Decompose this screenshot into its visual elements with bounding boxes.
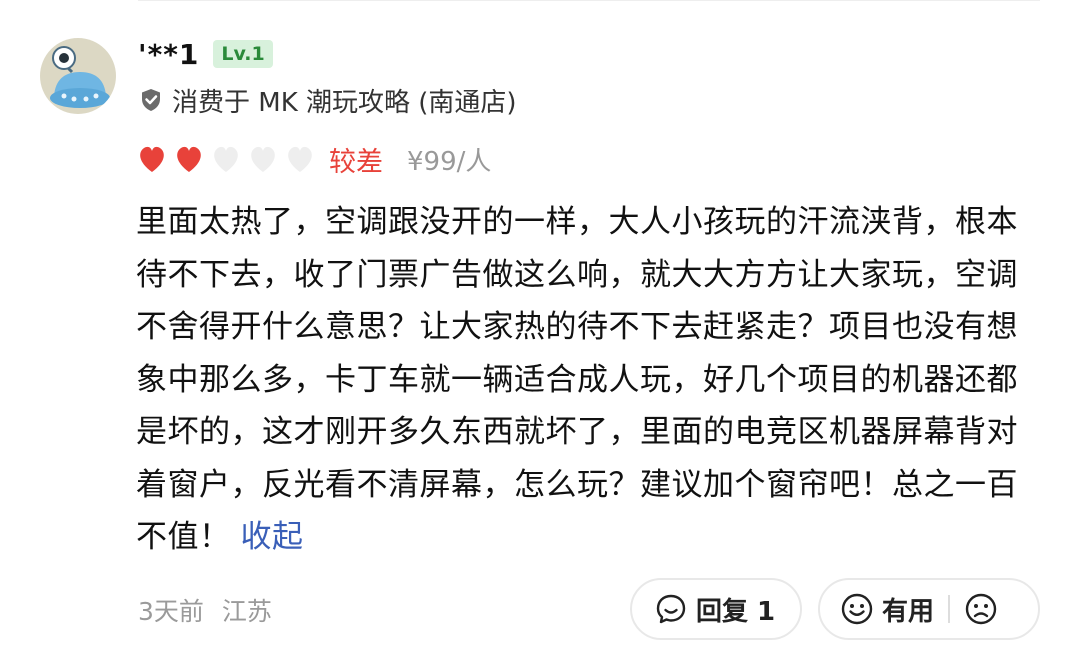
- frown-face-icon[interactable]: [964, 592, 998, 626]
- heart-filled-icon: [136, 144, 168, 174]
- reply-label: 回复 1: [696, 596, 776, 627]
- useful-button-group: 有用: [818, 578, 1040, 640]
- price-per-person: ¥99/人: [407, 146, 492, 177]
- user-avatar[interactable]: [40, 38, 116, 114]
- collapse-link[interactable]: 收起: [241, 519, 304, 555]
- level-badge: Lv.1: [213, 40, 273, 68]
- heart-empty-icon: [247, 144, 279, 174]
- comment-bubble-icon: [654, 592, 688, 626]
- useful-label[interactable]: 有用: [882, 591, 934, 628]
- heart-filled-icon: [173, 144, 205, 174]
- post-time: 3天前: [138, 597, 204, 626]
- review-body: 里面太热了，空调跟没开的一样，大人小孩玩的汗流浃背，根本待不下去，收了门票广告做…: [136, 204, 1018, 555]
- review-meta: 3天前 江苏: [138, 586, 272, 634]
- smile-face-icon[interactable]: [840, 592, 874, 626]
- reply-button[interactable]: 回复 1: [630, 578, 802, 640]
- username[interactable]: '**1: [138, 38, 199, 71]
- heart-empty-icon: [284, 144, 316, 174]
- username-row: '**1 Lv.1: [138, 34, 273, 74]
- pill-divider: [948, 595, 951, 623]
- review-text: 里面太热了，空调跟没开的一样，大人小孩玩的汗流浃背，根本待不下去，收了门票广告做…: [136, 196, 1036, 564]
- post-location: 江苏: [221, 597, 272, 626]
- heart-empty-icon: [210, 144, 242, 174]
- verified-shield-icon: [138, 87, 164, 113]
- top-divider: [138, 0, 1040, 1]
- shop-name: 消费于 MK 潮玩攻略 (南通店): [172, 87, 517, 118]
- rating-label: 较差: [329, 146, 383, 178]
- rating-row: 较差 ¥99/人: [136, 138, 491, 180]
- shop-row[interactable]: 消费于 MK 潮玩攻略 (南通店): [138, 80, 517, 120]
